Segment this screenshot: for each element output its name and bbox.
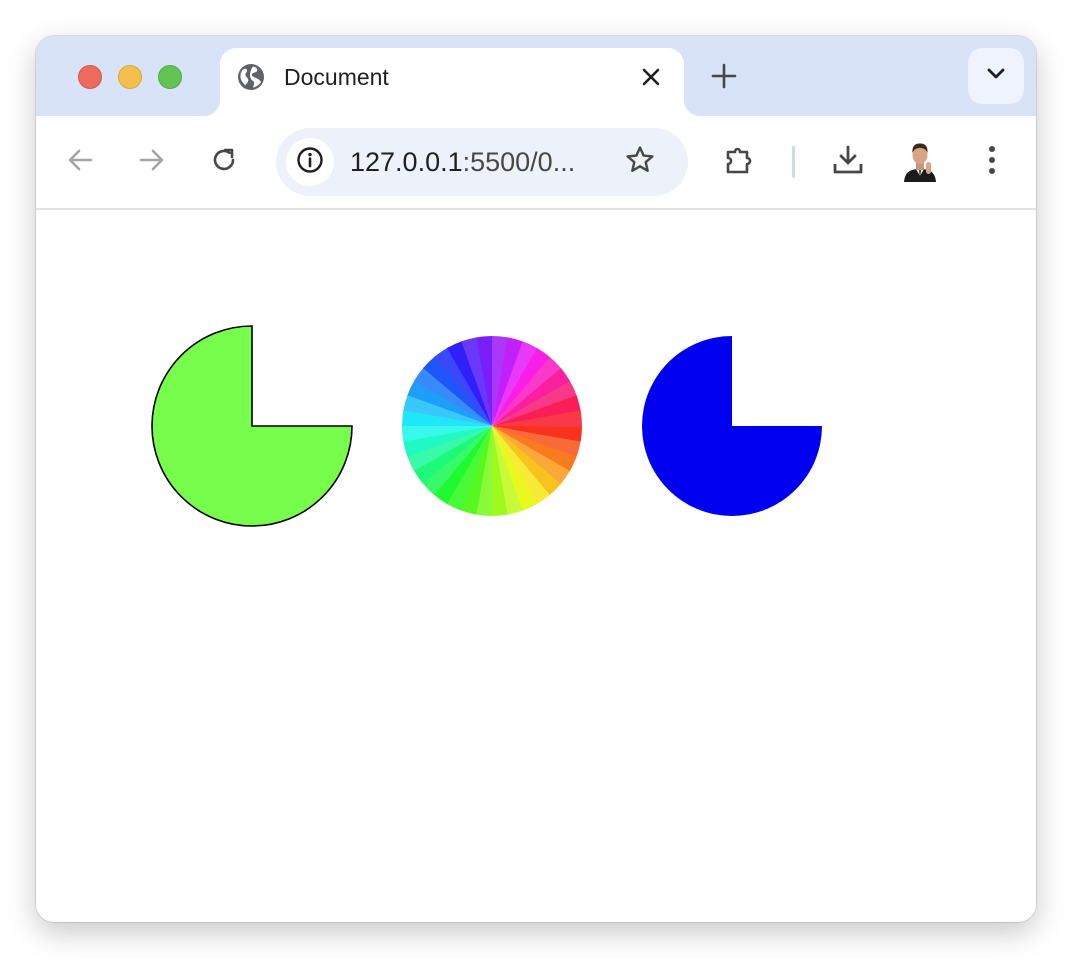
avatar[interactable] <box>902 140 938 182</box>
more-vert-icon <box>987 144 997 181</box>
star-icon <box>624 144 656 181</box>
bookmark-button[interactable] <box>622 144 658 180</box>
downloads-button[interactable] <box>828 142 868 182</box>
color-wheel <box>401 335 583 517</box>
page-content <box>36 210 1036 922</box>
url-text[interactable]: 127.0.0.1:5500/0... <box>350 146 575 178</box>
toolbar: 127.0.0.1:5500/0... <box>36 116 1036 210</box>
blue-pie <box>642 336 822 516</box>
zoom-window-button[interactable] <box>158 65 182 89</box>
shapes-canvas <box>151 325 822 527</box>
menu-button[interactable] <box>972 142 1012 182</box>
screen: Document 127.0.0.1:5500/0... <box>0 0 1072 958</box>
site-info-button[interactable] <box>286 138 334 186</box>
reload-icon <box>209 145 239 180</box>
url-path: :5500/0... <box>462 147 576 177</box>
browser-window: Document 127.0.0.1:5500/0... <box>36 36 1036 922</box>
arrow-left-icon <box>65 145 95 180</box>
minimize-window-button[interactable] <box>118 65 142 89</box>
tab-strip: Document <box>36 36 1036 120</box>
tab-title: Document <box>284 64 389 90</box>
tab-search-button[interactable] <box>968 48 1024 104</box>
extensions-button[interactable] <box>720 142 760 182</box>
new-tab-button[interactable] <box>706 60 742 96</box>
forward-button[interactable] <box>132 142 172 182</box>
plus-icon <box>711 63 737 94</box>
chevron-down-icon <box>986 67 1006 86</box>
download-icon <box>831 143 865 182</box>
green-pie <box>151 325 353 527</box>
arrow-right-icon <box>137 145 167 180</box>
puzzle-icon <box>723 143 757 182</box>
globe-icon <box>236 62 266 92</box>
back-button[interactable] <box>60 142 100 182</box>
reload-button[interactable] <box>204 142 244 182</box>
info-icon <box>296 146 324 179</box>
url-host: 127.0.0.1 <box>350 147 463 177</box>
close-window-button[interactable] <box>78 65 102 89</box>
address-bar[interactable]: 127.0.0.1:5500/0... <box>276 128 688 196</box>
toolbar-divider <box>792 146 795 178</box>
tab-document[interactable]: Document <box>220 48 684 120</box>
close-icon[interactable] <box>636 62 666 92</box>
